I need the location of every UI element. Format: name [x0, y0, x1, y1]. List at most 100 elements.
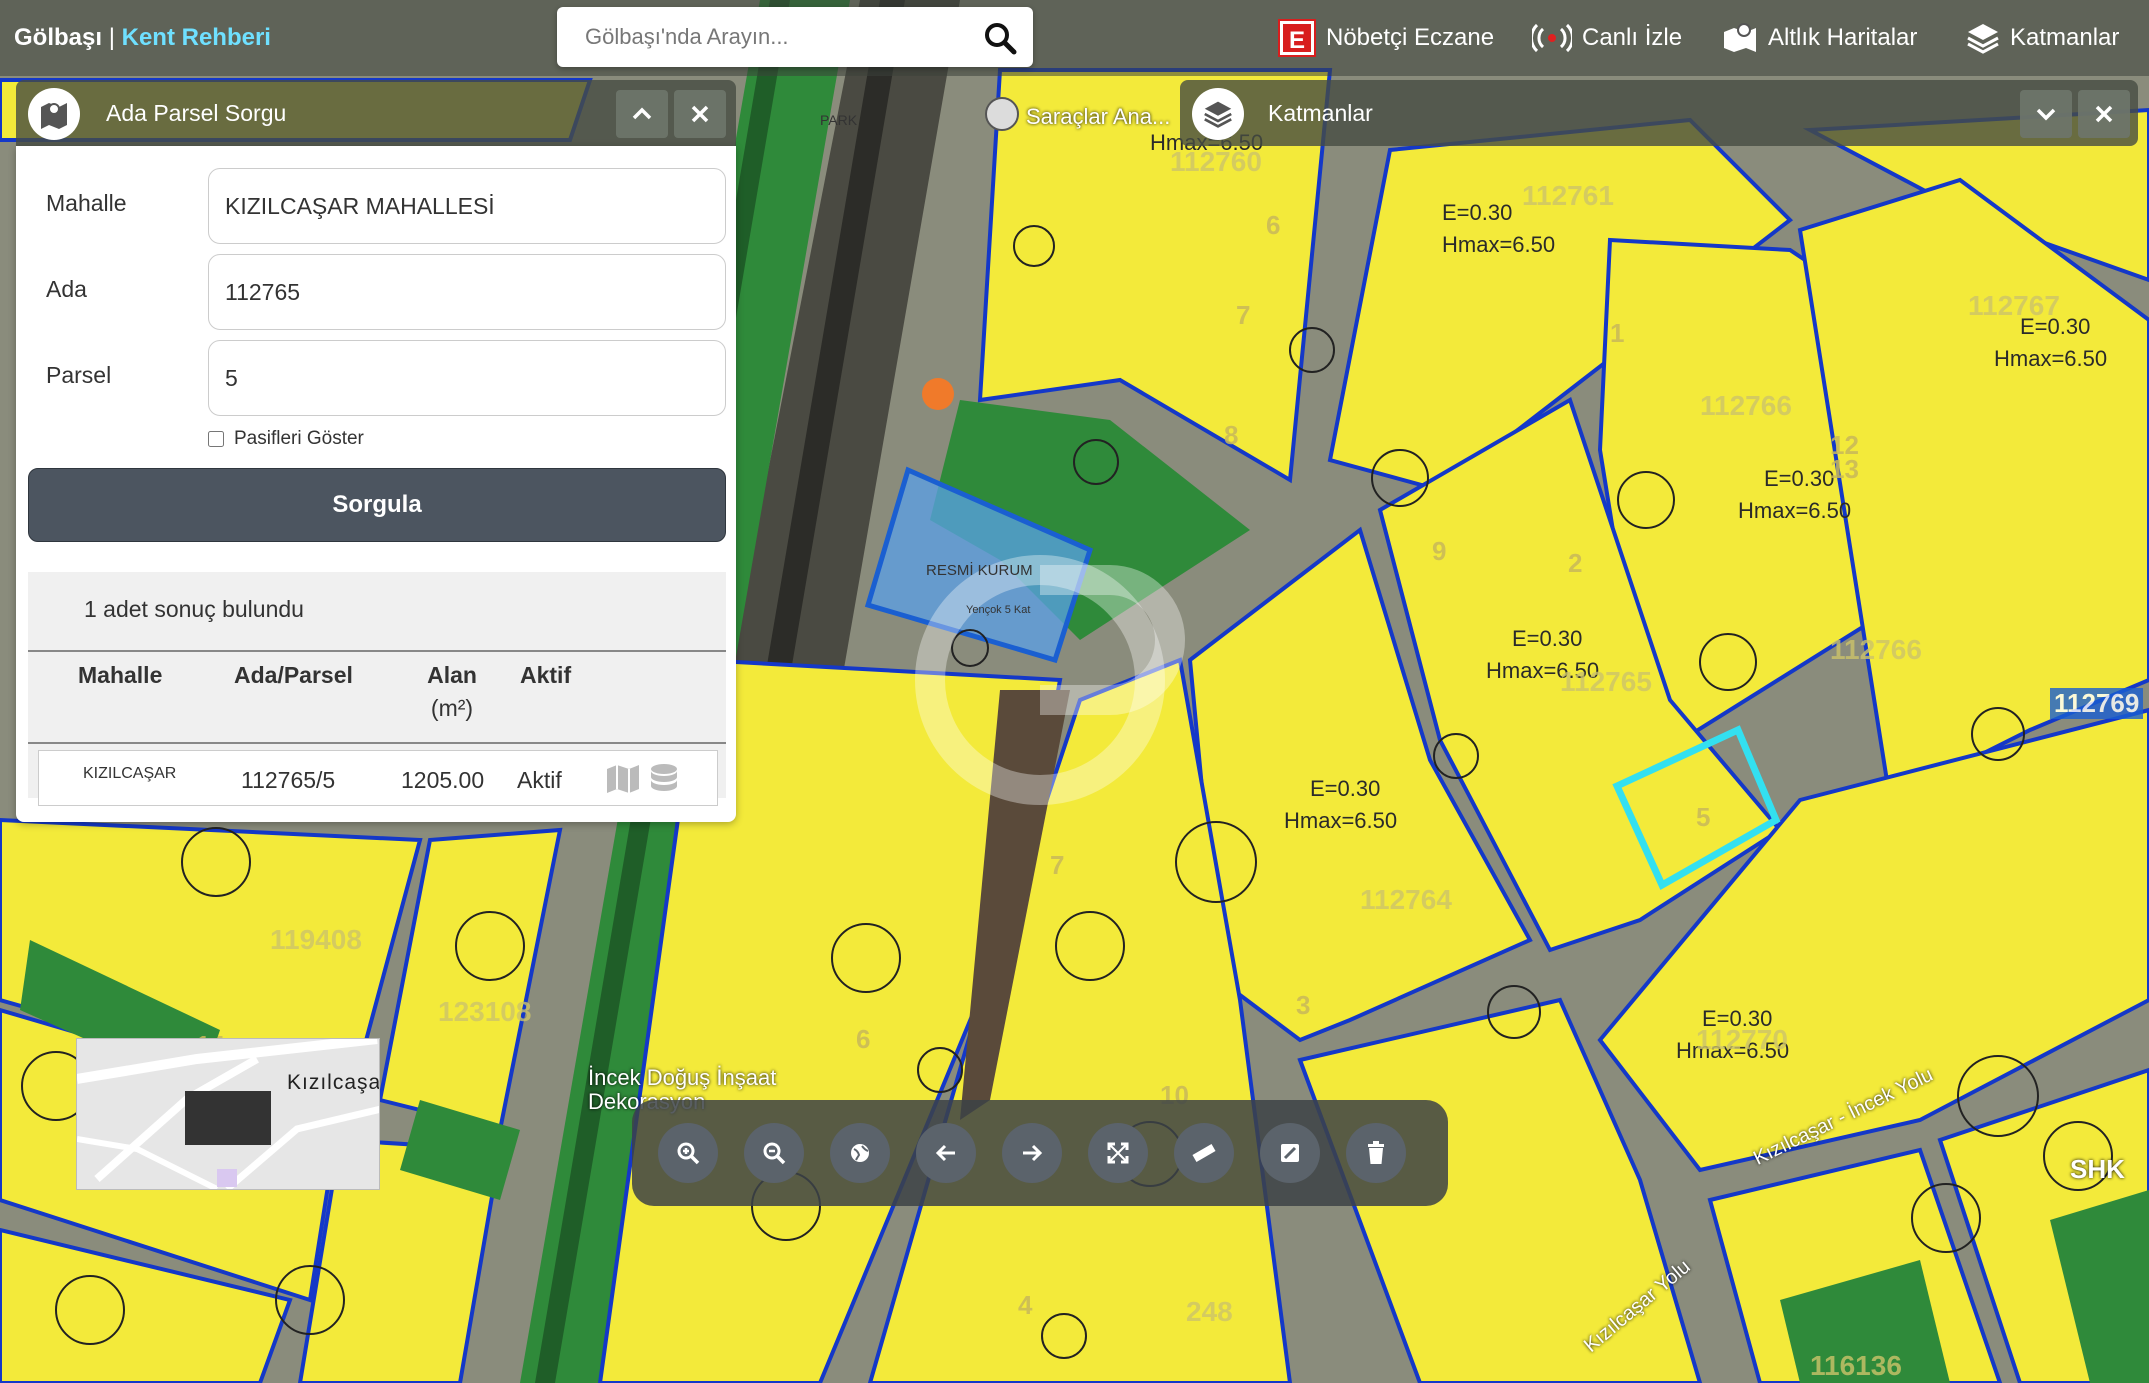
mahalle-field[interactable] — [208, 168, 726, 244]
nav-label: Katmanlar — [2010, 24, 2120, 51]
search-box — [557, 7, 1033, 67]
database-icon[interactable] — [649, 763, 679, 795]
row-mahalle: KIZILCAŞAR — [83, 765, 177, 782]
nav-layers[interactable]: Katmanlar — [1966, 18, 2119, 58]
parcel-number: 4 — [1018, 1290, 1033, 1320]
parcel-map-icon — [28, 88, 80, 140]
ada-panel-header: Ada Parsel Sorgu — [16, 80, 736, 146]
expand-button[interactable] — [2020, 90, 2072, 138]
zoom-out-button[interactable] — [744, 1123, 804, 1183]
minimap-viewport[interactable] — [185, 1091, 271, 1145]
nav-label: Canlı İzle — [1582, 24, 1683, 51]
show-passive-input[interactable] — [208, 431, 224, 447]
column-header: Mahalle — [78, 662, 163, 688]
panel-title: Katmanlar — [1268, 100, 1373, 126]
clear-button[interactable] — [1346, 1123, 1406, 1183]
basemap-icon — [1722, 22, 1758, 54]
parcel-number: 7 — [1050, 850, 1065, 880]
live-broadcast-icon — [1532, 23, 1572, 53]
close-icon — [2095, 105, 2113, 123]
pharmacy-icon: E — [1278, 19, 1316, 57]
search-input[interactable] — [585, 21, 965, 53]
close-icon — [691, 105, 709, 123]
park-label: PARK — [820, 112, 858, 128]
parcel-number: 6 — [1266, 210, 1281, 240]
zoom-out-icon — [763, 1142, 786, 1165]
expand-icon — [1107, 1142, 1129, 1164]
parcel-number: 2 — [1568, 548, 1583, 578]
panel-title: Ada Parsel Sorgu — [106, 100, 287, 126]
block-number: 119408 — [270, 924, 362, 955]
block-number: 112765 — [1560, 666, 1652, 697]
brand[interactable]: Gölbaşı | Kent Rehberi — [14, 24, 271, 52]
block-number: 112767 — [1968, 290, 2060, 321]
layers-panel-header: Katmanlar — [1180, 80, 2138, 146]
parcel-number: 3 — [1296, 990, 1311, 1020]
table-row[interactable]: KIZILCAŞAR 112765/5 1205.00 Aktif — [38, 750, 718, 806]
brand-separator: | — [108, 24, 115, 51]
layers-icon — [1966, 22, 2000, 54]
minimap-label: Kızılcaşa — [287, 1071, 380, 1094]
parsel-label: Parsel — [46, 362, 112, 388]
brand-subtitle: Kent Rehberi — [121, 24, 271, 51]
column-header: Ada/Parsel — [234, 662, 353, 688]
search-icon[interactable] — [983, 21, 1017, 55]
close-button[interactable] — [674, 90, 726, 138]
next-extent-button[interactable] — [1002, 1123, 1062, 1183]
trash-icon — [1368, 1141, 1384, 1164]
block-number: 112770 — [1696, 1024, 1788, 1055]
draw-button[interactable] — [1260, 1123, 1320, 1183]
block-number: 112769 — [2050, 688, 2144, 719]
ruler-icon — [1192, 1144, 1216, 1162]
block-number: 112764 — [1360, 884, 1452, 915]
checkbox-label: Pasifleri Göster — [234, 428, 364, 449]
show-on-map-icon[interactable] — [605, 765, 641, 793]
collapse-button[interactable] — [616, 90, 668, 138]
full-extent-button[interactable] — [830, 1123, 890, 1183]
zoom-in-button[interactable] — [658, 1123, 718, 1183]
column-header: Aktif — [520, 662, 572, 688]
row-ada-parsel: 112765/5 — [241, 767, 336, 793]
divider — [28, 742, 726, 744]
nav-label: Altlık Haritalar — [1768, 24, 1918, 51]
svg-text:E: E — [1289, 27, 1305, 54]
nav-basemaps[interactable]: Altlık Haritalar — [1722, 18, 1917, 58]
official-sublabel: Yençok 5 Kat — [966, 604, 1031, 616]
nav-label: Nöbetçi Eczane — [1326, 24, 1495, 51]
result-count: 1 adet sonuç bulundu — [84, 596, 304, 622]
fullscreen-button[interactable] — [1088, 1123, 1148, 1183]
parsel-field[interactable] — [208, 340, 726, 416]
row-alan: 1205.00 — [401, 767, 485, 793]
zoning-label: E=0.30 Hmax=6.50 — [1284, 776, 1398, 833]
official-label: RESMİ KURUM — [926, 562, 1033, 579]
column-header-area: Alan (m²) — [427, 662, 477, 721]
nav-pharmacy[interactable]: E Nöbetçi Eczane — [1278, 18, 1494, 58]
chevron-down-icon — [2036, 108, 2056, 121]
results-panel: 1 adet sonuç bulundu Mahalle Ada/Parsel … — [28, 572, 726, 806]
nav-live[interactable]: Canlı İzle — [1532, 18, 1682, 58]
zoom-in-icon — [677, 1142, 700, 1165]
edit-icon — [1281, 1144, 1299, 1162]
layers-panel-icon — [1192, 88, 1244, 140]
parcel-number: 7 — [1236, 300, 1251, 330]
restaurant-marker — [922, 378, 954, 410]
parcel-number: 9 — [1432, 536, 1447, 566]
overview-minimap[interactable]: Kızılcaşa — [76, 1038, 380, 1190]
query-button[interactable]: Sorgula — [28, 468, 726, 542]
ada-field[interactable] — [208, 254, 726, 330]
school-marker — [985, 97, 1019, 131]
parcel-number: 8 — [1224, 420, 1239, 450]
parcel-number: 13 — [1830, 454, 1859, 484]
previous-extent-button[interactable] — [916, 1123, 976, 1183]
globe-icon — [851, 1144, 869, 1162]
block-number: 112761 — [1522, 180, 1614, 211]
block-number: 116136 — [1810, 1350, 1902, 1381]
show-passive-checkbox[interactable]: Pasifleri Göster — [208, 428, 364, 450]
block-number: 112766 — [1830, 634, 1922, 665]
parcel-number: 5 — [1696, 802, 1711, 832]
arrow-right-icon — [1023, 1144, 1043, 1162]
parcel-number: 6 — [856, 1024, 871, 1054]
measure-button[interactable] — [1174, 1123, 1234, 1183]
top-bar: Gölbaşı | Kent Rehberi E Nöbetçi Eczane … — [0, 0, 2149, 76]
close-button[interactable] — [2078, 90, 2130, 138]
